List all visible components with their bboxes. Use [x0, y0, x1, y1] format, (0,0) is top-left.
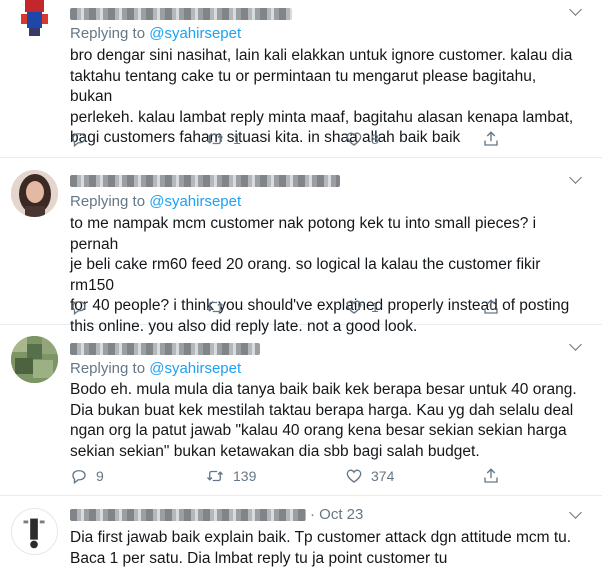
share-icon	[484, 131, 498, 146]
username-redacted[interactable]	[70, 509, 306, 521]
share-icon	[484, 468, 498, 483]
avatar[interactable]	[11, 336, 58, 383]
like-count: 374	[371, 468, 395, 484]
tweet-line: bro dengar sini nasihat, lain kali elakk…	[70, 47, 573, 64]
avatar[interactable]	[11, 170, 58, 217]
share-button[interactable]	[482, 298, 500, 316]
reply-count: 9	[96, 468, 104, 484]
like-icon	[346, 469, 362, 483]
avatar[interactable]	[11, 508, 58, 555]
replying-to: Replying to @syahirsepet	[70, 25, 241, 42]
tweet-line: Dia first jawab baik explain baik. Tp cu…	[70, 529, 572, 546]
tweet-line: Bodo eh. mula mula dia tanya baik baik k…	[70, 381, 577, 398]
tweet-1[interactable]: Replying to @syahirsepet bro dengar sini…	[0, 0, 602, 158]
reply-button[interactable]	[70, 298, 88, 316]
tweet-2[interactable]: Replying to @syahirsepet to me nampak mc…	[0, 158, 602, 335]
tweet-line: je beli cake rm60 feed 20 orang. so logi…	[70, 256, 541, 294]
retweet-button[interactable]: 1	[205, 130, 241, 148]
mention-link[interactable]: @syahirsepet	[149, 360, 241, 377]
tweet-text: Dia first jawab baik explain baik. Tp cu…	[70, 528, 580, 569]
tweet-line: Baca 1 per satu. Dia lmbat reply tu ja p…	[70, 549, 448, 567]
tweet-text: to me nampak mcm customer nak potong kek…	[70, 214, 580, 338]
chevron-down-icon[interactable]	[569, 3, 582, 16]
chevron-down-icon[interactable]	[569, 171, 582, 184]
replying-to: Replying to @syahirsepet	[70, 193, 241, 210]
replying-to: Replying to @syahirsepet	[70, 360, 241, 377]
mention-link[interactable]: @syahirsepet	[149, 25, 241, 42]
tweet-actions: 1	[70, 298, 520, 318]
like-icon	[346, 132, 362, 146]
reply-button[interactable]	[70, 130, 88, 148]
like-count: 1	[371, 299, 379, 315]
mention-link[interactable]: @syahirsepet	[149, 193, 241, 210]
username-redacted[interactable]	[70, 8, 292, 20]
retweet-button[interactable]	[205, 298, 233, 316]
retweet-count: 1	[233, 131, 241, 147]
tweet-text: Bodo eh. mula mula dia tanya baik baik k…	[70, 380, 580, 462]
retweet-count: 139	[233, 468, 257, 484]
tweet-actions: 9 139 374	[70, 467, 520, 487]
reply-icon	[72, 133, 86, 148]
tweet-date[interactable]: · Oct 23	[310, 506, 363, 523]
share-button[interactable]	[482, 467, 500, 485]
tweet-line: ngan org la patut jawab "kalau 40 orang …	[70, 422, 567, 440]
reply-icon	[72, 301, 86, 316]
tweet-line: taktahu tentang cake tu or permintaan tu…	[70, 67, 537, 106]
chevron-down-icon[interactable]	[569, 506, 582, 519]
share-icon	[484, 299, 498, 314]
reply-button[interactable]: 9	[70, 467, 104, 485]
reply-icon	[72, 470, 86, 485]
tweet-line: Dia bukan buat kek mestilah taktau berap…	[70, 401, 574, 419]
avatar[interactable]	[11, 0, 58, 43]
tweet-line: to me nampak mcm customer nak potong kek…	[70, 215, 537, 253]
replying-prefix: Replying to	[70, 360, 150, 377]
tweet-4[interactable]: · Oct 23 Dia first jawab baik explain ba…	[0, 496, 602, 567]
like-button[interactable]: 1	[345, 298, 379, 316]
tweet-line: sekian sekian" bukan ketawakan dia sbb b…	[70, 442, 480, 460]
username-redacted[interactable]	[70, 175, 340, 187]
retweet-icon	[207, 470, 223, 482]
like-icon	[346, 300, 362, 314]
share-button[interactable]	[482, 130, 500, 148]
retweet-icon	[207, 301, 223, 313]
retweet-icon	[207, 133, 223, 145]
replying-prefix: Replying to	[70, 193, 150, 210]
tweet-actions: 1 8	[70, 130, 520, 150]
like-button[interactable]: 8	[345, 130, 379, 148]
username-redacted[interactable]	[70, 343, 260, 355]
retweet-button[interactable]: 139	[205, 467, 256, 485]
tweet-line: perlekeh. kalau lambat reply minta maaf,…	[70, 108, 574, 126]
replying-prefix: Replying to	[70, 25, 150, 42]
tweet-3[interactable]: Replying to @syahirsepet Bodo eh. mula m…	[0, 325, 602, 496]
chevron-down-icon[interactable]	[569, 338, 582, 351]
like-button[interactable]: 374	[345, 467, 394, 485]
like-count: 8	[371, 131, 379, 147]
